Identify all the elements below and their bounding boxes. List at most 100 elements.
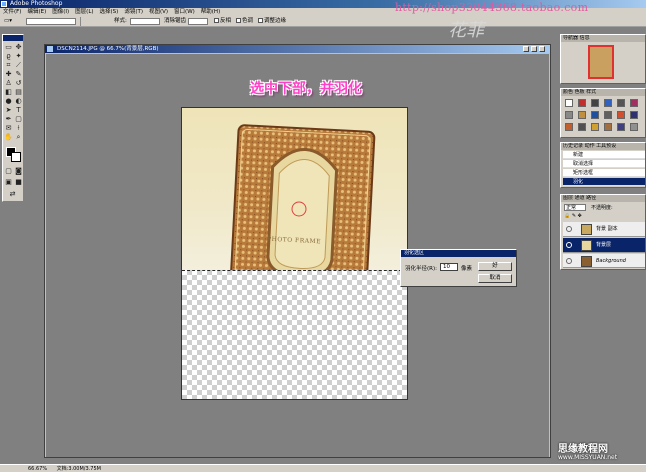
style-swatch[interactable] [591,111,599,119]
menu-filter[interactable]: 滤镜(T) [124,8,143,16]
style-swatch[interactable] [565,123,573,131]
style-swatch[interactable] [630,99,638,107]
move-tool-icon[interactable]: ✥ [14,43,23,51]
option-tone[interactable]: 色调 [236,16,253,27]
styles-tabs[interactable]: 颜色 色板 样式 [561,89,645,96]
antialias-label: 消除锯齿 [164,18,187,24]
background-color-swatch[interactable] [11,152,21,162]
slice-tool-icon[interactable]: ⟋ [14,61,23,69]
history-item[interactable]: 取消选择 [563,160,645,168]
magic-wand-icon[interactable]: ✦ [14,52,23,60]
history-item-selected[interactable]: 羽化 [563,178,645,186]
layer-name: Background [596,258,626,264]
document-icon [47,46,53,52]
menu-image[interactable]: 图像(I) [52,8,69,16]
style-swatch[interactable] [617,99,625,107]
photoshop-app: Adobe Photoshop 文件(F) 编辑(E) 图像(I) 图层(L) … [0,0,646,472]
layer-row[interactable]: Background [563,254,645,268]
ok-button[interactable]: 好 [478,262,512,271]
maximize-button[interactable] [531,46,537,52]
eyedropper-icon[interactable]: ⟊ [14,124,23,132]
style-swatch[interactable] [604,123,612,131]
marquee-tool-icon[interactable]: ▭ [4,43,13,51]
transparent-region [182,270,407,399]
style-swatch[interactable] [604,99,612,107]
pen-tool-icon[interactable]: ✒ [4,115,13,123]
style-swatch[interactable] [578,123,586,131]
history-item[interactable]: 矩形选框 [563,169,645,177]
hand-tool-icon[interactable]: ✋ [4,133,13,141]
dodge-tool-icon[interactable]: ◐ [14,97,23,105]
tool-preset-field[interactable] [26,18,76,25]
visibility-eye-icon[interactable] [566,258,572,264]
app-title: Adobe Photoshop [10,0,63,7]
navigator-thumbnail[interactable] [588,45,614,79]
notes-tool-icon[interactable]: ✉ [4,124,13,132]
blend-mode-select[interactable]: 正常 [564,204,586,211]
style-swatch[interactable] [630,123,638,131]
visibility-eye-icon[interactable] [566,226,572,232]
layer-row-selected[interactable]: 背景层 [563,238,645,253]
type-tool-icon[interactable]: T [14,106,23,114]
style-swatch[interactable] [591,99,599,107]
history-tabs[interactable]: 历史记录 动作 工具预设 [561,143,645,150]
layers-tabs[interactable]: 图层 通道 路径 [561,195,645,202]
standard-mode-icon[interactable]: ▢ [4,167,13,175]
crop-tool-icon[interactable]: ⌗ [4,61,13,69]
healing-brush-icon[interactable]: ✚ [4,70,13,78]
style-swatch[interactable] [565,99,573,107]
menu-file[interactable]: 文件(F) [3,8,21,16]
style-swatch[interactable] [604,111,612,119]
menu-help[interactable]: 帮助(H) [201,8,220,16]
style-swatch[interactable] [617,111,625,119]
imageready-icon[interactable]: ⇄ [8,190,17,198]
zoom-level: 66.67% [28,466,48,472]
style-swatch[interactable] [578,99,586,107]
option-refine[interactable]: 调整边缘 [258,16,286,27]
cancel-button[interactable]: 取消 [478,274,512,283]
path-select-icon[interactable]: ➤ [4,106,13,114]
tone-label: 色调 [242,18,254,24]
refine-checkbox[interactable] [258,18,263,23]
gradient-tool-icon[interactable]: ▤ [14,88,23,96]
menu-edit[interactable]: 编辑(E) [27,8,46,16]
lasso-tool-icon[interactable]: ϱ [4,52,13,60]
tone-checkbox[interactable] [236,18,241,23]
shape-tool-icon[interactable]: ▢ [14,115,23,123]
tool-palette-header [3,35,23,41]
feather-input[interactable] [188,18,208,25]
site-url: www.MISSYUAN.net [558,454,618,461]
style-swatch[interactable] [565,111,573,119]
style-swatch[interactable] [578,111,586,119]
menu-select[interactable]: 选择(S) [100,8,119,16]
eraser-tool-icon[interactable]: ◧ [4,88,13,96]
history-item[interactable]: 新建 [563,151,645,159]
layer-name: 背景层 [596,242,612,248]
minimize-button[interactable] [523,46,529,52]
blur-tool-icon[interactable]: ● [4,97,13,105]
image-canvas[interactable]: PHOTO FRAME [181,107,408,400]
style-select[interactable] [130,18,160,25]
option-invert[interactable]: 反相 [214,16,231,27]
brush-tool-icon[interactable]: ✎ [14,70,23,78]
visibility-eye-icon[interactable] [566,242,572,248]
menu-layer[interactable]: 图层(L) [75,8,93,16]
feather-radius-input[interactable]: 10 [440,263,458,271]
style-swatch[interactable] [630,111,638,119]
style-swatch[interactable] [591,123,599,131]
zoom-tool-icon[interactable]: ⌕ [14,133,23,141]
navigator-tabs[interactable]: 导航器 信息 [561,35,645,42]
layer-row[interactable]: 背景 副本 [563,222,645,237]
marquee-tool-icon[interactable]: ▭▾ [4,16,12,27]
fullscreen-mode-icon[interactable]: ■ [14,178,23,186]
menu-window[interactable]: 窗口(W) [174,8,195,16]
style-swatch[interactable] [617,123,625,131]
screen-mode-icon[interactable]: ▣ [4,178,13,186]
stamp-tool-icon[interactable]: ♙ [4,79,13,87]
quickmask-mode-icon[interactable]: ◙ [14,167,23,175]
lock-icons[interactable]: 🔒 ✎ ✥ [564,213,582,219]
history-brush-icon[interactable]: ↺ [14,79,23,87]
menu-view[interactable]: 视图(V) [149,8,168,16]
close-button[interactable] [539,46,545,52]
invert-checkbox[interactable] [214,18,219,23]
